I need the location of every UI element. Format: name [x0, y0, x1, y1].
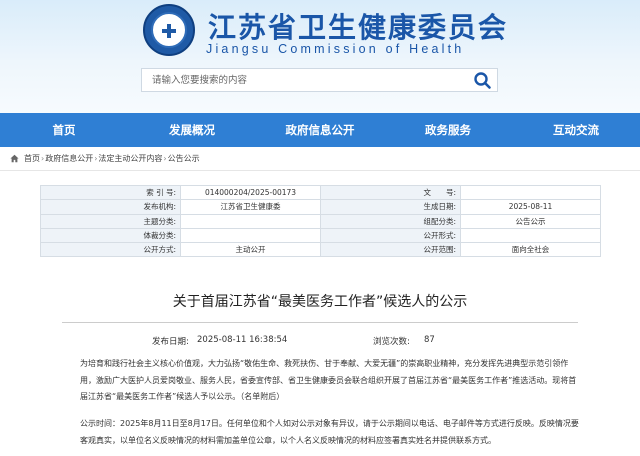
disclosure-scope-value: 面向全社会 — [460, 242, 601, 258]
publisher-label: 发布机构: — [40, 199, 181, 215]
table-row: 公开方式: 主动公开 公开范围: 面向全社会 — [40, 242, 601, 258]
topic-category-label: 主题分类: — [40, 213, 181, 229]
table-row: 主题分类: 组配分类: 公告公示 — [40, 213, 601, 229]
doc-no-value — [460, 184, 601, 201]
breadcrumb: 首页 › 政府信息公开 › 法定主动公开内容 › 公告公示 — [10, 152, 200, 164]
site-header: 江苏省卫生健康委员会 Jiangsu Commission of Health — [0, 0, 640, 113]
breadcrumb-home[interactable]: 首页 — [24, 153, 40, 164]
search-bar — [141, 68, 498, 92]
nav-item-interaction[interactable]: 互动交流 — [512, 113, 640, 147]
group-category-label: 组配分类: — [320, 213, 461, 229]
site-subtitle: Jiangsu Commission of Health — [206, 42, 465, 56]
index-no-label: 索 引 号: — [40, 184, 181, 201]
search-icon[interactable] — [471, 70, 493, 90]
home-icon — [10, 154, 19, 162]
breadcrumb-separator: › — [94, 153, 98, 163]
nav-item-services[interactable]: 政务服务 — [384, 113, 512, 147]
table-row: 体裁分类: 公开形式: — [40, 227, 601, 244]
main-nav: 首页 发展概况 政府信息公开 政务服务 互动交流 — [0, 113, 640, 147]
info-table: 索 引 号: 014000204/2025-00173 文 号: 发布机构: 江… — [40, 184, 601, 258]
emblem-icon[interactable] — [143, 4, 195, 56]
publish-date-label: 发布日期: — [152, 337, 189, 347]
breadcrumb-statutory[interactable]: 法定主动公开内容 — [98, 153, 162, 164]
article-title: 关于首届江苏省“最美医务工作者”候选人的公示 — [172, 294, 468, 310]
views-label: 浏览次数: — [373, 337, 410, 347]
article-paragraph: 为培育和践行社会主义核心价值观，大力弘扬“敬佑生命、救死扶伤、甘于奉献、大爱无疆… — [80, 359, 577, 401]
breadcrumb-separator: › — [41, 153, 45, 163]
genre-category-label: 体裁分类: — [40, 227, 181, 244]
created-date-label: 生成日期: — [320, 199, 461, 215]
genre-category-value — [180, 227, 321, 244]
table-row: 索 引 号: 014000204/2025-00173 文 号: — [40, 184, 601, 201]
doc-no-label: 文 号: — [320, 184, 461, 201]
divider — [62, 322, 578, 323]
breadcrumb-notices[interactable]: 公告公示 — [168, 153, 200, 164]
nav-item-gov-info[interactable]: 政府信息公开 — [256, 113, 384, 147]
nav-item-home[interactable]: 首页 — [0, 113, 128, 147]
disclosure-method-label: 公开方式: — [40, 242, 181, 258]
nav-item-overview[interactable]: 发展概况 — [128, 113, 256, 147]
disclosure-form-label: 公开形式: — [320, 227, 461, 244]
article-paragraph: 公示时间：2025年8月11日至8月17日。任何单位和个人如对公示对象有异议，请… — [80, 419, 579, 445]
disclosure-scope-label: 公开范围: — [320, 242, 461, 258]
breadcrumb-gov-info[interactable]: 政府信息公开 — [45, 153, 93, 164]
publish-date-value: 2025-08-11 16:38:54 — [197, 335, 288, 345]
site-title[interactable]: 江苏省卫生健康委员会 — [208, 6, 508, 46]
created-date-value: 2025-08-11 — [460, 199, 601, 215]
publisher-value: 江苏省卫生健康委 — [180, 199, 321, 215]
disclosure-form-value — [460, 227, 601, 244]
topic-category-value — [180, 213, 321, 229]
divider — [0, 170, 640, 171]
disclosure-method-value: 主动公开 — [180, 242, 321, 258]
views-count: 87 — [424, 335, 435, 345]
breadcrumb-separator: › — [163, 153, 167, 163]
table-row: 发布机构: 江苏省卫生健康委 生成日期: 2025-08-11 — [40, 199, 601, 215]
group-category-value: 公告公示 — [460, 213, 601, 229]
search-input[interactable] — [142, 69, 462, 91]
index-no-value: 014000204/2025-00173 — [180, 184, 321, 201]
